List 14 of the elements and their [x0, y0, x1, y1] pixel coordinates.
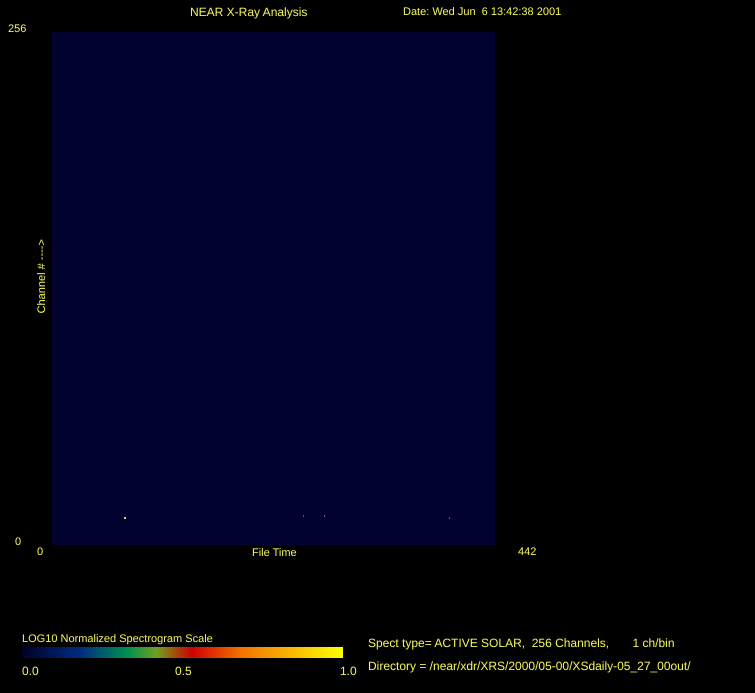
date-text: Date: Wed Jun 6 13:42:38 2001	[403, 4, 562, 20]
scale-tick-label: 0.5	[175, 663, 192, 680]
scale-tick-label: 0.0	[22, 663, 39, 680]
axis-label: 0	[37, 545, 44, 560]
axis-title: File Time	[252, 546, 297, 561]
axis-label: 256	[8, 22, 26, 37]
scale-title: LOG10 Normalized Spectrogram Scale	[22, 632, 214, 647]
info-text: Directory = /near/xdr/XRS/2000/05-00/XSdaily-05_27_00out/	[368, 658, 691, 675]
info-text: Spect type= ACTIVE SOLAR, 256 Channels, 1 ch/bin	[368, 635, 676, 652]
scale-tick-label: 1.0	[340, 663, 357, 680]
axis-label: 442	[518, 545, 536, 560]
window-title: NEAR X-Ray Analysis	[190, 4, 308, 21]
axis-title: Channel # ---->	[34, 238, 49, 316]
axis-label: 0	[15, 535, 22, 550]
